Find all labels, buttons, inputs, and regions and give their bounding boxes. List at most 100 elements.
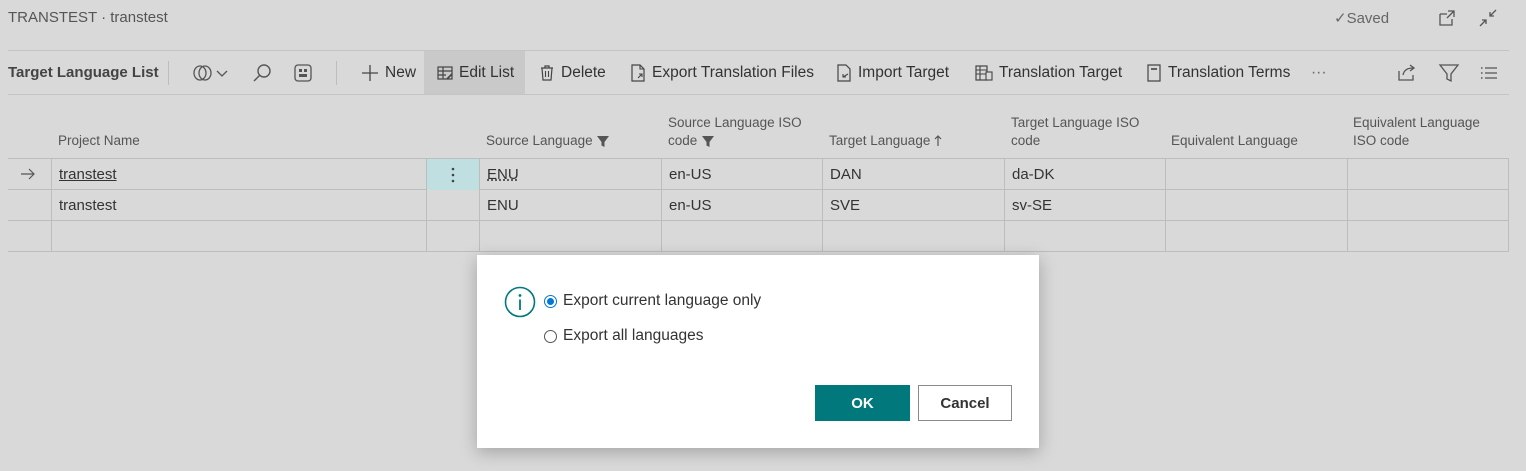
cell-equivalent-iso[interactable]: [1347, 221, 1509, 252]
radio-selected[interactable]: [544, 294, 557, 308]
row-actions-menu[interactable]: [426, 159, 479, 190]
option-export-current-language-label: Export current language only: [563, 292, 762, 309]
filter-applied-icon: [702, 136, 715, 147]
export-translation-files-label: Export Translation Files: [652, 63, 814, 81]
translation-table-icon: [975, 64, 993, 81]
cell-project-name[interactable]: transtest: [51, 190, 426, 221]
data-grid: transtest ENU en-US DAN da-DK transtest …: [8, 158, 1509, 253]
cell-project-name[interactable]: transtest: [51, 159, 426, 190]
ok-button[interactable]: OK: [815, 385, 910, 421]
sort-ascending-icon: [934, 135, 942, 146]
row-indicator: [8, 190, 51, 221]
collapse-icon[interactable]: [1478, 8, 1498, 28]
project-name-link[interactable]: transtest: [59, 166, 117, 183]
table-header: Project Name Source Language Source Lang…: [8, 108, 1509, 158]
import-file-icon: [837, 63, 851, 82]
option-export-current-language[interactable]: Export current language only: [544, 292, 761, 310]
new-label: New: [385, 63, 417, 81]
cell-equivalent-language[interactable]: [1165, 159, 1347, 190]
cell-source-language[interactable]: [479, 221, 661, 252]
cell-target-language[interactable]: DAN: [822, 159, 1004, 190]
cell-target-language[interactable]: [822, 221, 1004, 252]
divider: [168, 61, 169, 85]
translation-target-button[interactable]: Translation Target: [974, 51, 1122, 94]
edit-list-button[interactable]: Edit List: [424, 51, 525, 94]
option-export-all-languages[interactable]: Export all languages: [544, 327, 703, 345]
column-header-project-name[interactable]: Project Name: [58, 132, 140, 150]
cell-source-iso[interactable]: en-US: [661, 190, 822, 221]
search-icon[interactable]: [251, 62, 273, 84]
document-icon: [1147, 63, 1161, 82]
filter-icon[interactable]: [1438, 62, 1460, 84]
export-translation-files-button[interactable]: Export Translation Files: [629, 51, 814, 94]
row-actions-cell: [426, 190, 479, 221]
plus-icon: [362, 64, 378, 81]
cell-target-iso[interactable]: da-DK: [1004, 159, 1165, 190]
cell-equivalent-iso[interactable]: [1347, 190, 1509, 221]
edit-list-label: Edit List: [459, 63, 515, 81]
cell-source-language[interactable]: ENU: [479, 159, 661, 190]
delete-button[interactable]: Delete: [538, 51, 606, 94]
export-file-icon: [631, 63, 645, 82]
translation-terms-label: Translation Terms: [1168, 63, 1291, 81]
cell-source-iso[interactable]: [661, 221, 822, 252]
breadcrumb: TRANSTEST · transtest: [8, 9, 168, 26]
export-options-dialog: Export current language only Export all …: [477, 255, 1039, 448]
cell-target-language[interactable]: SVE: [822, 190, 1004, 221]
column-header-source-iso-line2: code: [668, 133, 698, 148]
radio-unselected[interactable]: [544, 329, 557, 343]
column-header-target-language-iso[interactable]: Target Language ISO code: [1011, 114, 1139, 150]
row-indicator: [8, 159, 51, 190]
cell-source-language[interactable]: ENU: [479, 190, 661, 221]
cell-target-iso[interactable]: [1004, 221, 1165, 252]
new-button[interactable]: New: [356, 51, 420, 94]
column-header-source-language-label: Source Language: [486, 133, 593, 148]
cell-project-name[interactable]: [51, 221, 426, 252]
page-title: Target Language List: [8, 64, 159, 81]
filter-applied-icon: [596, 136, 609, 147]
divider: [336, 61, 337, 85]
arrow-right-icon: [21, 168, 35, 180]
more-options-button[interactable]: ···: [1311, 51, 1327, 94]
row-actions-cell: [426, 221, 479, 252]
translation-target-label: Translation Target: [999, 63, 1123, 81]
trash-icon: [541, 64, 553, 81]
edit-list-icon: [437, 65, 453, 80]
import-target-button[interactable]: Import Target: [835, 51, 949, 94]
column-header-target-iso-line1: Target Language ISO: [1011, 115, 1140, 130]
column-header-equivalent-language-iso[interactable]: Equivalent Language ISO code: [1353, 114, 1480, 150]
table-row[interactable]: transtest ENU en-US DAN da-DK: [8, 159, 1509, 190]
column-header-source-language-iso[interactable]: Source Language ISO code: [668, 114, 802, 150]
cell-target-iso[interactable]: sv-SE: [1004, 190, 1165, 221]
column-header-target-language[interactable]: Target Language: [829, 132, 943, 150]
column-header-equivalent-iso-line1: Equivalent Language: [1353, 115, 1480, 130]
cell-equivalent-iso[interactable]: [1347, 159, 1509, 190]
share-icon[interactable]: [1396, 62, 1418, 84]
column-header-source-iso-line1: Source Language ISO: [668, 115, 802, 130]
column-header-equivalent-iso-line2: ISO code: [1353, 133, 1410, 148]
title-bar: TRANSTEST · transtest ✓Saved: [0, 0, 1526, 36]
cell-equivalent-language[interactable]: [1165, 221, 1347, 252]
table-row[interactable]: transtest ENU en-US SVE sv-SE: [8, 190, 1509, 221]
copilot-analyze-icon[interactable]: [191, 62, 231, 84]
cell-equivalent-language[interactable]: [1165, 190, 1347, 221]
delete-label: Delete: [561, 63, 606, 81]
cancel-button[interactable]: Cancel: [918, 385, 1012, 421]
cell-source-iso[interactable]: en-US: [661, 159, 822, 190]
open-new-window-icon[interactable]: [1437, 8, 1457, 28]
column-header-source-language[interactable]: Source Language: [486, 132, 610, 150]
column-header-equivalent-language[interactable]: Equivalent Language: [1171, 132, 1298, 150]
source-language-value: ENU: [487, 166, 519, 183]
table-row-empty[interactable]: [8, 221, 1509, 252]
list-view-icon[interactable]: [1478, 62, 1500, 84]
action-bar: Target Language List New Edit List Delet…: [8, 50, 1509, 95]
vertical-ellipsis-icon: [451, 167, 455, 182]
translation-terms-button[interactable]: Translation Terms: [1145, 51, 1290, 94]
column-header-target-iso-line2: code: [1011, 133, 1041, 148]
more-options-label: ···: [1311, 63, 1327, 81]
layout-view-icon[interactable]: [292, 62, 314, 84]
info-icon: [504, 286, 536, 318]
row-indicator: [8, 221, 51, 252]
option-export-all-languages-label: Export all languages: [563, 327, 704, 344]
import-target-label: Import Target: [858, 63, 950, 81]
